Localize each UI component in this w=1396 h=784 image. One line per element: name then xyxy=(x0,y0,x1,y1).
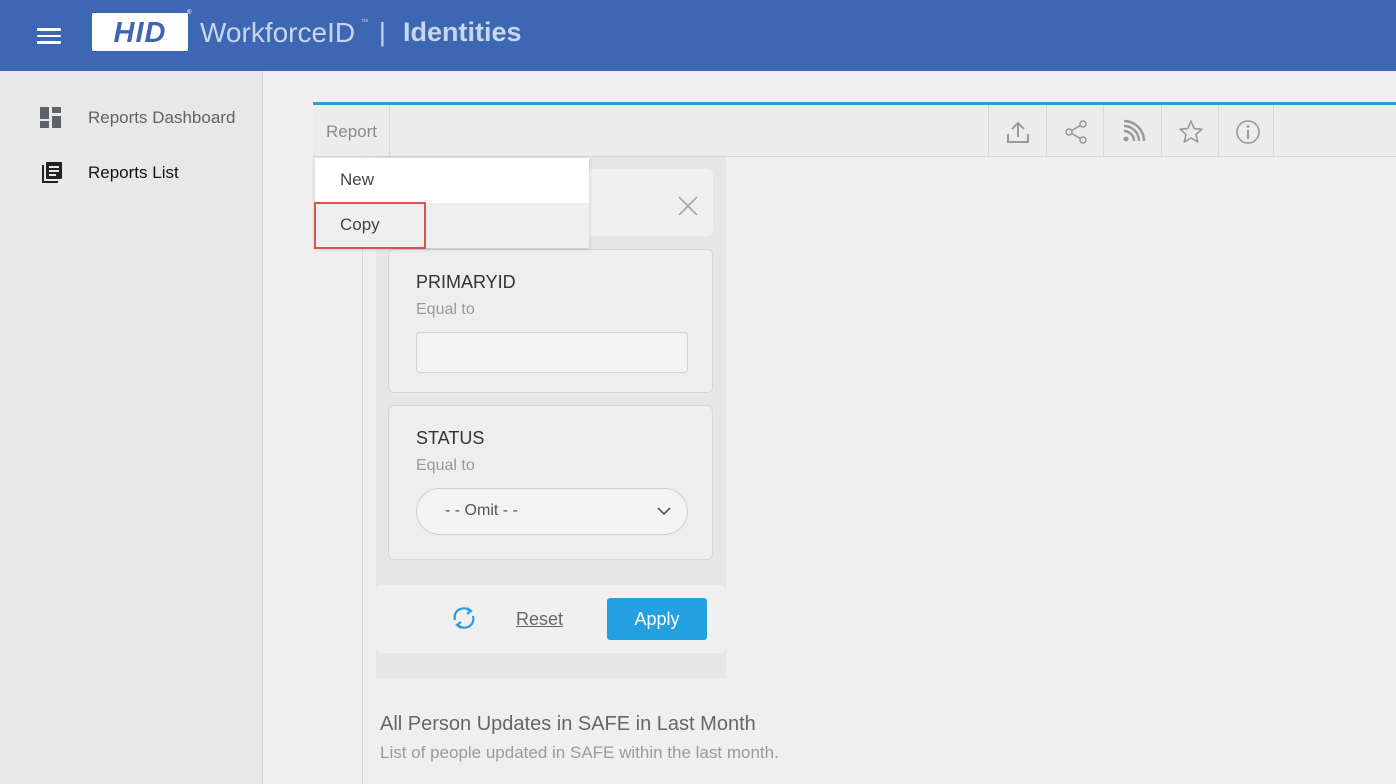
share-button[interactable] xyxy=(1046,105,1103,156)
toolbar-divider xyxy=(1273,105,1274,156)
menu-item-copy[interactable]: Copy xyxy=(315,203,589,248)
star-icon xyxy=(1179,120,1203,143)
hid-logo: HID xyxy=(92,13,188,51)
favorite-button[interactable] xyxy=(1161,105,1218,156)
rss-feed-button[interactable] xyxy=(1103,105,1160,156)
sidebar-item-reports-dashboard[interactable]: Reports Dashboard xyxy=(0,98,263,138)
report-title[interactable]: All Person Updates in SAFE in Last Month xyxy=(380,713,756,736)
refresh-icon[interactable] xyxy=(450,604,478,632)
apply-button[interactable]: Apply xyxy=(607,598,707,640)
filter-card-primaryid: PRIMARYID Equal to xyxy=(388,249,713,393)
filter-title: STATUS xyxy=(416,428,485,448)
trademark-mark: ™ xyxy=(361,19,368,26)
status-select[interactable]: - - Omit - - xyxy=(416,488,688,535)
status-select-value: - - Omit - - xyxy=(445,502,518,519)
info-icon xyxy=(1236,120,1260,144)
info-button[interactable] xyxy=(1218,105,1275,156)
report-menu-button[interactable]: Report xyxy=(313,105,390,156)
sidebar-item-label: Reports Dashboard xyxy=(88,108,236,127)
filter-operator: Equal to xyxy=(416,301,475,318)
section-title: Identities xyxy=(403,17,522,47)
title-separator: | xyxy=(379,17,386,47)
primaryid-input[interactable] xyxy=(416,332,688,373)
product-name: WorkforceID xyxy=(200,17,356,48)
dashboard-icon xyxy=(40,107,61,128)
menu-item-label: Copy xyxy=(340,215,380,234)
share-icon xyxy=(1065,120,1087,144)
report-toolbar: Report xyxy=(313,105,1396,157)
content-divider xyxy=(362,157,363,784)
sidebar: Reports Dashboard Reports List xyxy=(0,71,263,784)
filter-card-status: STATUS Equal to - - Omit - - xyxy=(388,405,713,560)
top-app-bar: HID ® WorkforceID ™ | Identities xyxy=(0,0,1396,71)
export-button[interactable] xyxy=(988,105,1045,156)
registered-mark: ® xyxy=(187,10,192,16)
report-menu-label: Report xyxy=(326,122,378,141)
report-description: List of people updated in SAFE within th… xyxy=(380,743,779,762)
filter-actions: Reset Apply xyxy=(376,585,726,653)
close-icon[interactable] xyxy=(676,194,700,218)
sidebar-item-reports-list[interactable]: Reports List xyxy=(0,153,263,193)
hamburger-menu-icon[interactable] xyxy=(37,27,61,45)
hid-logo-text: HID xyxy=(113,17,167,49)
menu-item-label: New xyxy=(340,170,375,189)
report-dropdown-menu: New Copy xyxy=(315,158,589,248)
filter-operator: Equal to xyxy=(416,457,475,474)
menu-item-new[interactable]: New xyxy=(315,158,589,203)
sidebar-item-label: Reports List xyxy=(88,163,179,182)
filter-title: PRIMARYID xyxy=(416,272,516,292)
reports-list-icon xyxy=(42,162,62,183)
export-icon xyxy=(1007,121,1029,143)
chevron-down-icon xyxy=(657,507,671,516)
rss-feed-icon xyxy=(1123,119,1146,142)
reset-link[interactable]: Reset xyxy=(516,609,563,630)
